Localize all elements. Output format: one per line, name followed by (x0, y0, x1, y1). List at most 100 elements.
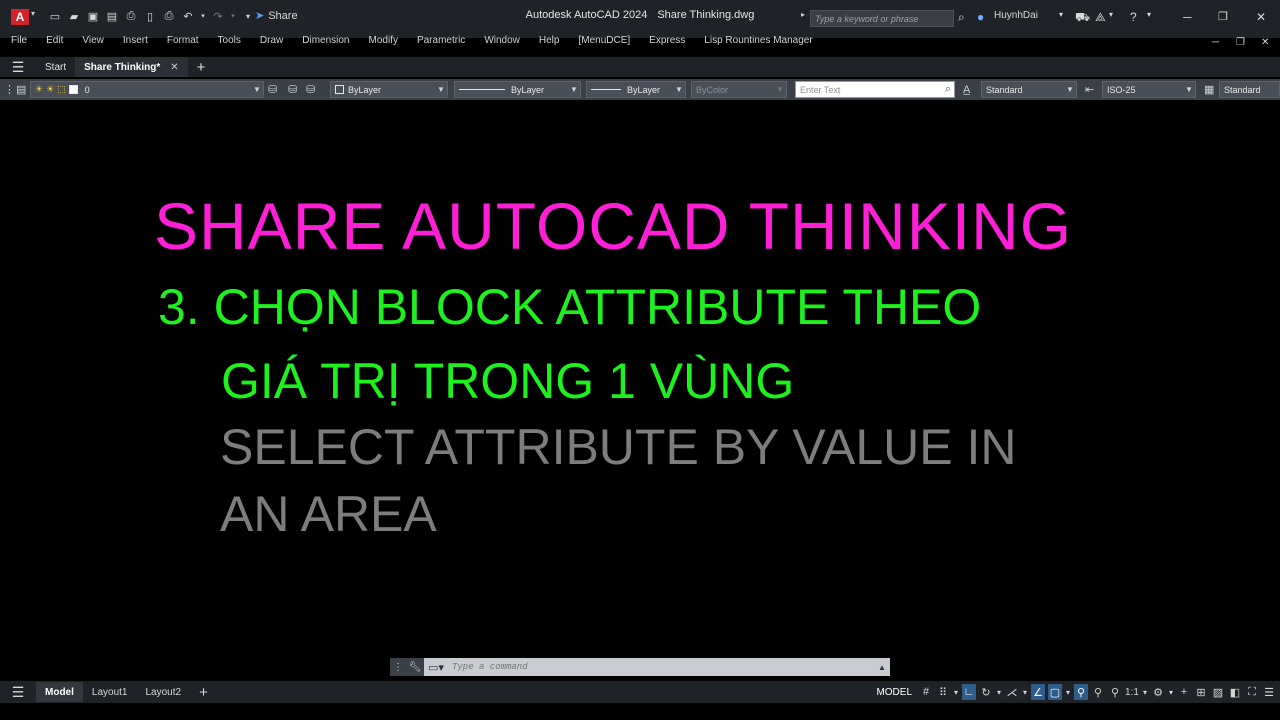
autocad-logo-button[interactable]: A (11, 9, 29, 25)
file-tabs-menu-icon[interactable]: ☰ (0, 59, 36, 76)
close-window-icon[interactable]: ✕ (1256, 10, 1266, 24)
object-snap-tracking-icon[interactable]: ∠ (1031, 684, 1045, 700)
table-style-icon[interactable]: ▦ (1204, 81, 1214, 98)
model-space-toggle[interactable]: MODEL (872, 687, 916, 698)
autodesk-app-icon[interactable]: ⟁ (1095, 10, 1106, 25)
isometric-icon[interactable]: ⋌ (1005, 684, 1019, 700)
snap-dropdown-icon[interactable]: ▾ (953, 684, 959, 700)
redo-icon[interactable]: ↷ (211, 9, 225, 23)
tab-start[interactable]: Start (36, 57, 75, 77)
layer-properties-icon[interactable]: ▤ (16, 81, 26, 98)
search-icon[interactable]: ⌕ (958, 10, 965, 25)
color-dropdown[interactable]: ByLayer ▼ (330, 81, 448, 98)
text-style-icon[interactable]: A̲ (963, 81, 970, 98)
lineweight-dropdown[interactable]: ByLayer ▼ (586, 81, 686, 98)
menu-help[interactable]: Help (539, 35, 560, 46)
drawing-canvas[interactable]: SHARE AUTOCAD THINKING 3. CHỌN BLOCK ATT… (0, 100, 1280, 680)
scale-dropdown-icon[interactable]: ▾ (1142, 684, 1148, 700)
command-line-grip-icon[interactable]: ⋮ (390, 658, 406, 676)
new-tab-icon[interactable]: + (188, 57, 215, 77)
toolbar-grip-icon[interactable]: ⋮ (4, 81, 15, 98)
minimize-window-icon[interactable]: ─ (1183, 10, 1192, 24)
add-scale-icon[interactable]: + (1177, 684, 1191, 700)
osnap-dropdown-icon[interactable]: ▾ (1065, 684, 1071, 700)
search-expand-icon[interactable]: ▸ (801, 10, 805, 19)
save-as-icon[interactable]: ▤ (105, 9, 119, 23)
user-name[interactable]: HuynhDai (994, 10, 1038, 21)
help-icon[interactable]: ? (1130, 10, 1137, 24)
share-button[interactable]: ➤ Share (255, 9, 298, 23)
cart-icon[interactable]: ⛟ (1075, 10, 1090, 26)
layer-match-icon[interactable]: ⛁ (288, 81, 297, 98)
make-current-layer-icon[interactable]: ⛁ (268, 81, 277, 98)
menu-view[interactable]: View (82, 35, 104, 46)
annotation-scale-value[interactable]: 1:1 (1125, 684, 1139, 700)
grid-icon[interactable]: # (919, 684, 933, 700)
doc-minimize-icon[interactable]: ─ (1212, 37, 1219, 48)
menu-draw[interactable]: Draw (260, 35, 283, 46)
user-icon[interactable]: ● (977, 10, 984, 24)
menu-edit[interactable]: Edit (46, 35, 63, 46)
table-style-dropdown[interactable]: Standard (1219, 81, 1280, 98)
menu-file[interactable]: File (11, 35, 27, 46)
snap-icon[interactable]: ⠿ (936, 684, 950, 700)
quick-properties-icon[interactable]: ▨ (1211, 684, 1225, 700)
layout-menu-icon[interactable]: ☰ (0, 682, 36, 702)
object-snap-icon[interactable]: ▢ (1048, 684, 1062, 700)
menu-menudce[interactable]: [MenuDCE] (578, 35, 630, 46)
fullscreen-icon[interactable]: ⛶ (1245, 684, 1259, 700)
redo-dropdown-icon[interactable]: ▾ (230, 9, 236, 23)
annotation-visibility-icon[interactable]: ⚲ (1074, 684, 1088, 700)
customize-command-icon[interactable]: 🔧︎ (406, 658, 424, 676)
command-input[interactable] (448, 662, 874, 672)
tab-share-thinking[interactable]: Share Thinking* ✕ (75, 57, 188, 77)
menu-window[interactable]: Window (484, 35, 520, 46)
web-mobile-icon[interactable]: ▯ (143, 9, 157, 23)
menu-format[interactable]: Format (167, 35, 199, 46)
layout-tab-model[interactable]: Model (36, 682, 83, 702)
plot-icon[interactable]: ⎙ (162, 9, 176, 23)
user-dropdown-icon[interactable]: ▾ (1059, 10, 1063, 19)
isometric-dropdown-icon[interactable]: ▾ (1022, 684, 1028, 700)
layer-previous-icon[interactable]: ⛁ (306, 81, 315, 98)
polar-tracking-icon[interactable]: ↻ (979, 684, 993, 700)
undo-dropdown-icon[interactable]: ▾ (200, 9, 206, 23)
app-menu-caret-icon[interactable]: ▾ (31, 9, 35, 18)
workspace-dropdown-icon[interactable]: ▾ (1168, 684, 1174, 700)
ortho-icon[interactable]: ∟ (962, 684, 976, 700)
publish-icon[interactable]: ⎙ (124, 9, 138, 23)
save-icon[interactable]: ▣ (86, 9, 100, 23)
menu-parametric[interactable]: Parametric (417, 35, 465, 46)
open-folder-icon[interactable]: ▰ (67, 9, 81, 23)
close-tab-icon[interactable]: ✕ (170, 62, 178, 73)
recent-commands-icon[interactable]: ▭▾ (424, 661, 448, 674)
customize-qa-icon[interactable]: ▾ (241, 9, 255, 23)
restore-window-icon[interactable]: ❐ (1218, 10, 1228, 23)
new-file-icon[interactable]: ▭ (48, 9, 62, 23)
dim-style-icon[interactable]: ⇤ (1085, 81, 1094, 98)
polar-dropdown-icon[interactable]: ▾ (996, 684, 1002, 700)
layout-tab-layout2[interactable]: Layout2 (136, 682, 190, 702)
menu-dimension[interactable]: Dimension (302, 35, 349, 46)
dim-style-dropdown[interactable]: ISO-25 ▼ (1102, 81, 1196, 98)
menu-insert[interactable]: Insert (123, 35, 148, 46)
annotation-scale-icon[interactable]: ⚲ (1108, 684, 1122, 700)
app-dropdown-icon[interactable]: ▾ (1109, 10, 1113, 19)
new-layout-icon[interactable]: + (190, 682, 217, 702)
customize-status-icon[interactable]: ☰ (1262, 684, 1276, 700)
units-icon[interactable]: ⊞ (1194, 684, 1208, 700)
isolate-objects-icon[interactable]: ◧ (1228, 684, 1242, 700)
help-search-input[interactable]: Type a keyword or phrase (810, 10, 954, 27)
workspace-gear-icon[interactable]: ⚙ (1151, 684, 1165, 700)
menu-express[interactable]: Express (649, 35, 685, 46)
menu-tools[interactable]: Tools (218, 35, 241, 46)
search-icon[interactable]: ⌕ (942, 83, 954, 96)
auto-scale-icon[interactable]: ⚲ (1091, 684, 1105, 700)
doc-close-icon[interactable]: ✕ (1261, 37, 1269, 48)
undo-icon[interactable]: ↶ (181, 9, 195, 23)
menu-modify[interactable]: Modify (369, 35, 398, 46)
text-search-input[interactable]: Enter Text ⌕ (795, 81, 955, 98)
menu-lisp-routines[interactable]: Lisp Rountines Manager (704, 35, 812, 46)
doc-restore-icon[interactable]: ❐ (1236, 37, 1245, 48)
layer-dropdown[interactable]: ☀ ☀ ⬚ 0 ▼ (30, 81, 264, 98)
